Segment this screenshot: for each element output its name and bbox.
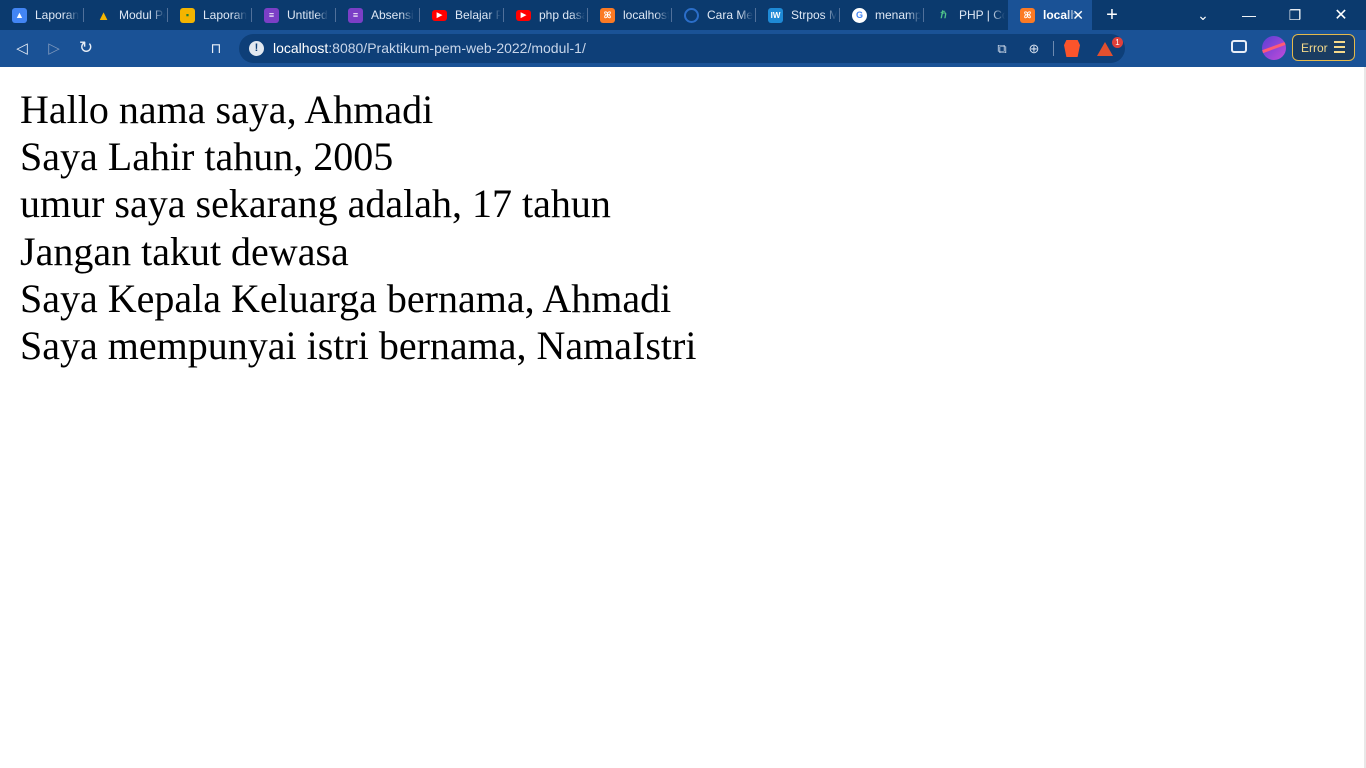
page-content: Hallo nama saya, Ahmadi Saya Lahir tahun…: [20, 86, 696, 369]
tab-search-chevron-icon[interactable]: ⌄: [1180, 0, 1226, 30]
translate-icon[interactable]: ⧉: [993, 40, 1011, 58]
classroom-icon: ▪: [180, 7, 195, 23]
wallet-icon[interactable]: [1231, 40, 1247, 53]
new-tab-button[interactable]: +: [1092, 0, 1132, 30]
menu-icon: [1334, 41, 1345, 53]
birth-year-line: Saya Lahir tahun, 2005: [20, 134, 394, 180]
tab-strip: ▲ Laporan ▲ Modul Pe ▪ Laporan ≡ Untitled ≡ A…: [0, 0, 1366, 30]
tab-absensi[interactable]: ≡ Absensi: [336, 0, 420, 30]
error-menu-button[interactable]: Error: [1292, 34, 1355, 61]
tab-title: localhost: [623, 8, 669, 22]
xampp-icon: ꕤ: [600, 7, 615, 23]
tab-localhost[interactable]: ꕤ localhost: [588, 0, 672, 30]
site-info-icon[interactable]: !: [249, 41, 264, 56]
greeting-line: Hallo nama saya, Ahmadi: [20, 87, 434, 132]
zoom-icon[interactable]: ⊕: [1025, 40, 1043, 58]
tab-title: Laporan: [35, 8, 80, 22]
tab-title: Laporan: [203, 8, 248, 22]
tab-title: Absensi: [371, 8, 414, 22]
back-button[interactable]: ◁: [10, 37, 34, 59]
site-icon: IW: [768, 7, 783, 23]
tab-title: Untitled: [287, 8, 328, 22]
site-icon: [684, 7, 699, 23]
tab-localhost-active[interactable]: ꕤ localh ✕: [1008, 0, 1092, 30]
address-bar[interactable]: ! localhost:8080/Praktikum-pem-web-2022/…: [239, 34, 1125, 63]
restore-button[interactable]: ❐: [1272, 0, 1318, 30]
tab-menamp[interactable]: Gmenamp: [840, 0, 924, 30]
tab-title: PHP | Co: [959, 8, 1005, 22]
xampp-icon: ꕤ: [1020, 7, 1035, 23]
youtube-icon: ▶: [516, 9, 531, 21]
classroom-icon: ▲: [12, 7, 27, 23]
close-tab-icon[interactable]: ✕: [1072, 7, 1084, 24]
youtube-icon: ▶: [432, 9, 447, 21]
tab-belajar[interactable]: ▶ Belajar P: [420, 0, 504, 30]
url-text[interactable]: localhost:8080/Praktikum-pem-web-2022/mo…: [273, 40, 586, 56]
tab-title: Strpos M: [791, 8, 837, 22]
tab-untitled[interactable]: ≡ Untitled: [252, 0, 336, 30]
tab-modul[interactable]: ▲ Modul Pe: [84, 0, 168, 30]
tab-title: php dasa: [539, 8, 585, 22]
rewards-badge: 1: [1112, 37, 1123, 48]
tab-laporan-1[interactable]: ▲ Laporan: [0, 0, 84, 30]
profile-avatar[interactable]: [1262, 36, 1286, 60]
minimize-button[interactable]: —: [1226, 0, 1272, 30]
form-icon: ≡: [348, 7, 363, 23]
google-icon: G: [852, 7, 867, 23]
close-window-button[interactable]: ✕: [1318, 0, 1364, 30]
reload-button[interactable]: ↻: [74, 37, 98, 59]
wife-line: Saya mempunyai istri bernama, NamaIstri: [20, 323, 697, 369]
tab-php-co[interactable]: ℏ PHP | Co: [924, 0, 1008, 30]
forward-button[interactable]: ▷: [42, 37, 66, 59]
tab-cara[interactable]: Cara Mer: [672, 0, 756, 30]
brave-shields-icon[interactable]: [1064, 40, 1080, 57]
tab-title: Belajar P: [455, 8, 501, 22]
url-host: localhost: [273, 40, 329, 56]
tab-strpos[interactable]: IW Strpos M: [756, 0, 840, 30]
drive-icon: ▲: [97, 7, 110, 23]
tab-title: Modul Pe: [119, 8, 165, 22]
bookmark-icon[interactable]: ⊓: [204, 37, 228, 59]
url-path: :8080/Praktikum-pem-web-2022/modul-1/: [328, 40, 586, 56]
site-icon: ℏ: [940, 9, 947, 21]
tab-php-dasar[interactable]: ▶ php dasa: [504, 0, 588, 30]
family-head-line: Saya Kepala Keluarga bernama, Ahmadi: [20, 275, 672, 321]
motto-line: Jangan takut dewasa: [20, 228, 349, 274]
brave-rewards-icon[interactable]: [1097, 42, 1113, 56]
form-icon: ≡: [264, 7, 279, 23]
tab-laporan-2[interactable]: ▪ Laporan: [168, 0, 252, 30]
tab-title: Cara Mer: [707, 8, 753, 22]
error-label: Error: [1301, 40, 1328, 55]
browser-toolbar: ◁ ▷ ↻ ⊓ ! localhost:8080/Praktikum-pem-w…: [0, 30, 1366, 67]
age-line: umur saya sekarang adalah, 17 tahun: [20, 181, 611, 227]
tab-title: menamp: [875, 8, 921, 22]
